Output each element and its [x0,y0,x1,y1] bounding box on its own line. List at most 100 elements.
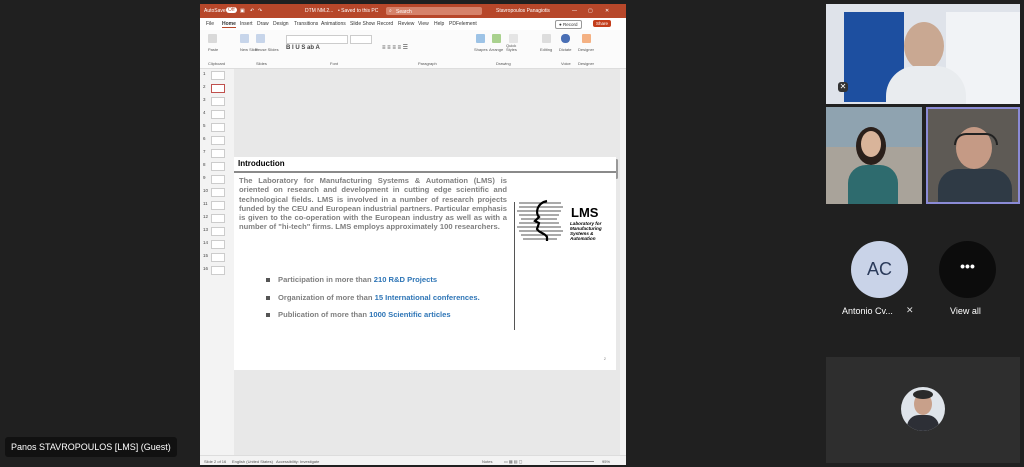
menu-insert[interactable]: Insert [240,21,253,27]
slide-thumbnail[interactable] [211,227,225,236]
group-designer: Designer [578,61,595,66]
bullet-text: Organization of more than [278,292,375,302]
title-divider [234,171,616,173]
participant-video-tile[interactable] [826,107,922,204]
participant-video-tile-active-speaker[interactable] [926,107,1020,204]
slide-number: 13 [203,227,209,232]
participant-avatar[interactable]: AC [851,241,908,298]
slide-thumbnail[interactable] [211,97,225,106]
font-size-select[interactable] [350,35,372,44]
record-button[interactable]: ● Record [555,20,582,29]
participant-name: Antonio Cv... [842,306,893,316]
menu-file[interactable]: File [206,21,214,27]
slide-page-number: 2 [603,356,606,361]
menu-review[interactable]: Review [398,21,414,27]
ppt-menubar: File Home Insert Draw Design Transitions… [200,18,626,30]
font-style-buttons[interactable]: B I U S ab A [286,45,320,51]
menu-record[interactable]: Record [377,21,393,27]
muted-mic-icon: ✕ [838,82,848,92]
slide-thumbnail-selected[interactable] [211,84,225,93]
lms-head-icon [517,199,563,241]
slide-thumbnail[interactable] [211,253,225,262]
undo-icon[interactable]: ↶ [250,8,254,14]
slide-number: 4 [203,110,206,115]
participant-video-tile[interactable]: ✕ [826,4,1020,104]
language-status[interactable]: English (United States) [232,459,273,464]
view-all-button[interactable]: ••• [939,241,996,298]
notes-button[interactable]: Notes [482,459,492,464]
slide-intro-paragraph: The Laboratory for Manufacturing Systems… [239,176,507,232]
bullet-highlight: 1000 Scientific articles [369,310,451,319]
record-label: Record [562,22,578,27]
bullet-highlight: 15 International conferences. [374,292,480,302]
slide-thumbnail[interactable] [211,266,225,275]
menu-home[interactable]: Home [222,21,236,28]
slide-thumbnail[interactable] [211,175,225,184]
paragraph-buttons[interactable]: ≡ ≡ ≡ ≡ ☰ [382,44,408,51]
slide-editing-canvas: Introduction The Laboratory for Manufact… [234,69,620,455]
new-slide-icon[interactable] [240,34,249,43]
slide-thumbnail[interactable] [211,149,225,158]
zoom-slider[interactable] [550,461,594,462]
view-buttons[interactable]: ▭ ▦ ▤ ▢ [504,459,522,464]
slide-thumbnail[interactable] [211,123,225,132]
slide-thumbnail[interactable] [211,162,225,171]
vertical-divider [514,202,515,330]
redo-icon[interactable]: ↷ [258,8,262,14]
slide-thumbnail[interactable] [211,110,225,119]
menu-design[interactable]: Design [273,21,289,27]
slide-thumbnail[interactable] [211,136,225,145]
lms-logo-subtitle: Laboratory for Manufacturing Systems & A… [570,221,602,241]
accessibility-status[interactable]: Accessibility: Investigate [276,459,319,464]
share-button[interactable]: Share [593,20,612,27]
menu-animations[interactable]: Animations [321,21,346,27]
slide-thumbnail[interactable] [211,201,225,210]
minimize-icon[interactable]: — [572,8,577,14]
shapes-icon[interactable] [476,34,485,43]
bullet-text: Publication of more than [278,310,370,319]
dictate-mic-icon[interactable] [561,34,570,43]
maximize-icon[interactable]: ▢ [588,8,593,14]
editing-icon[interactable] [542,34,551,43]
menu-draw[interactable]: Draw [257,21,269,27]
slide-number: 16 [203,266,209,271]
slide-number: 12 [203,214,209,219]
slide-number: 10 [203,188,209,193]
current-slide[interactable]: Introduction The Laboratory for Manufact… [234,157,616,370]
group-slides: Slides [256,61,267,66]
zoom-level[interactable]: 95% [602,459,610,464]
slide-bullet-list: Participation in more than 210 R&D Proje… [264,275,480,328]
group-paragraph: Paragraph [418,61,437,66]
menu-view[interactable]: View [418,21,429,27]
slide-thumbnail[interactable] [211,240,225,249]
paste-icon[interactable] [208,34,217,43]
slide-thumbnail[interactable] [211,214,225,223]
menu-transitions[interactable]: Transitions [294,21,318,27]
slide-number: 3 [203,97,206,102]
arrange-icon[interactable] [492,34,501,43]
quick-styles-icon[interactable] [509,34,518,43]
ppt-ribbon: Paste New Slide Reuse Slides B I U S ab … [200,30,626,69]
save-icon[interactable]: ▣ [240,8,245,14]
search-icon: ⌕ [389,8,392,14]
menu-slide-show[interactable]: Slide Show [350,21,375,27]
menu-help[interactable]: Help [434,21,444,27]
paste-label: Paste [208,47,219,52]
reuse-slides-icon[interactable] [256,34,265,43]
autosave-toggle[interactable]: Off [226,7,237,13]
slide-thumbnail[interactable] [211,71,225,80]
font-family-select[interactable] [286,35,348,44]
close-icon[interactable]: ✕ [605,8,609,14]
slide-number: 6 [203,136,206,141]
search-box[interactable]: ⌕ Search [386,7,482,15]
presenter-name-label: Panos STAVROPOULOS [LMS] (Guest) [5,437,177,457]
menu-pdfelement[interactable]: PDFelement [449,21,477,27]
search-label: Search [396,9,412,15]
slide-counter: Slide 2 of 16 [204,459,227,464]
slide-thumbnail[interactable] [211,188,225,197]
slide-number: 1 [203,71,206,76]
view-all-label[interactable]: View all [950,306,981,316]
participant-avatar-tile[interactable] [826,357,1020,463]
designer-icon[interactable] [582,34,591,43]
slide-thumbnail-pane: 1 2 3 4 5 6 7 8 9 10 11 12 13 14 15 16 [200,69,234,455]
